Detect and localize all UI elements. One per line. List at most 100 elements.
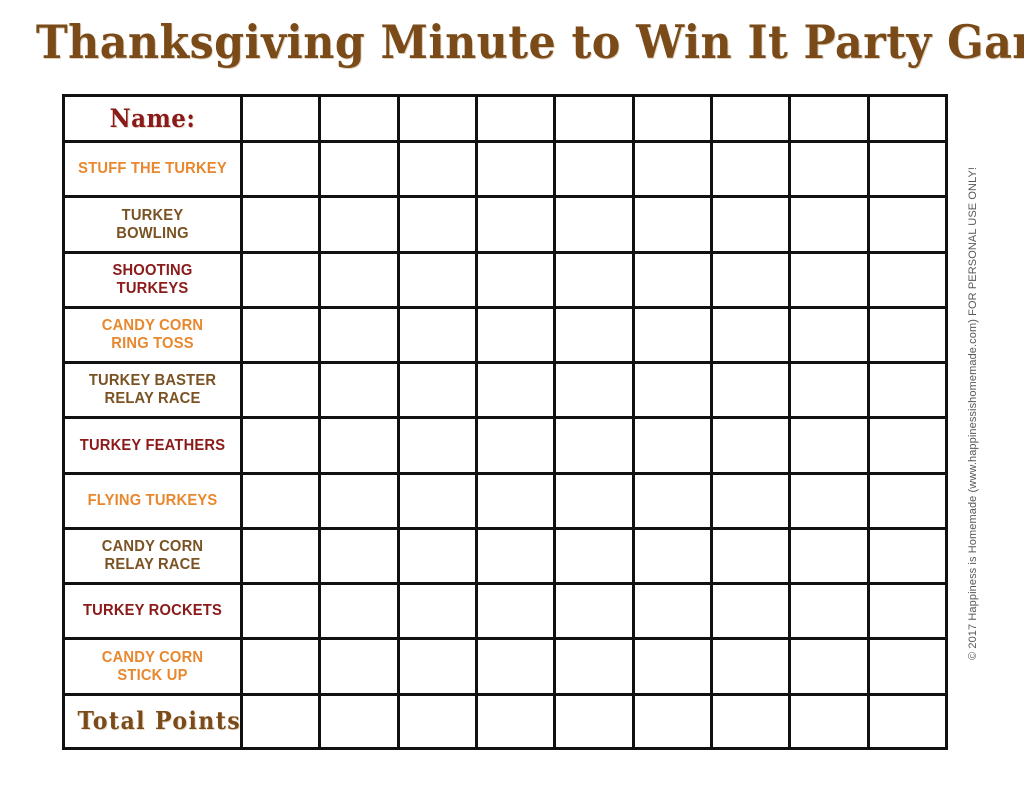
score-cell[interactable]: [866, 582, 949, 641]
score-cell[interactable]: [553, 361, 635, 420]
score-cell[interactable]: [396, 250, 479, 309]
score-cell[interactable]: [709, 692, 792, 751]
score-cell[interactable]: [240, 305, 322, 365]
score-cell[interactable]: [631, 692, 713, 751]
score-cell[interactable]: [474, 93, 557, 144]
score-cell[interactable]: [788, 93, 870, 144]
score-cell[interactable]: [631, 526, 713, 586]
score-cell[interactable]: [318, 140, 400, 199]
score-cell[interactable]: [318, 582, 400, 641]
score-cell[interactable]: [553, 416, 635, 475]
score-cell[interactable]: [631, 93, 713, 144]
score-cell[interactable]: [553, 195, 635, 254]
score-cell[interactable]: [318, 195, 400, 254]
score-cell[interactable]: [240, 195, 322, 254]
score-cell[interactable]: [709, 582, 792, 641]
score-cell[interactable]: [631, 582, 713, 641]
score-cell[interactable]: [474, 305, 557, 365]
score-cell[interactable]: [788, 692, 870, 751]
score-cell[interactable]: [709, 471, 792, 530]
score-cell[interactable]: [631, 416, 713, 475]
score-cell[interactable]: [788, 195, 870, 254]
score-cell[interactable]: [396, 637, 479, 696]
score-cell[interactable]: [631, 471, 713, 530]
score-cell[interactable]: [240, 637, 322, 696]
score-cell[interactable]: [553, 637, 635, 696]
score-cell[interactable]: [631, 637, 713, 696]
score-cell[interactable]: [553, 471, 635, 530]
score-cell[interactable]: [788, 305, 870, 365]
score-cell[interactable]: [474, 692, 557, 751]
score-cell[interactable]: [474, 582, 557, 641]
score-cell[interactable]: [553, 140, 635, 199]
score-cell[interactable]: [631, 250, 713, 309]
score-cell[interactable]: [318, 93, 400, 144]
score-cell[interactable]: [474, 250, 557, 309]
score-cell[interactable]: [396, 582, 479, 641]
score-cell[interactable]: [709, 361, 792, 420]
score-cell[interactable]: [474, 361, 557, 420]
score-cell[interactable]: [788, 416, 870, 475]
score-cell[interactable]: [318, 692, 400, 751]
score-cell[interactable]: [396, 305, 479, 365]
score-cell[interactable]: [866, 416, 949, 475]
score-cell[interactable]: [709, 93, 792, 144]
score-cell[interactable]: [318, 471, 400, 530]
score-cell[interactable]: [866, 637, 949, 696]
score-cell[interactable]: [474, 637, 557, 696]
score-cell[interactable]: [396, 526, 479, 586]
score-cell[interactable]: [240, 250, 322, 309]
score-cell[interactable]: [240, 361, 322, 420]
score-cell[interactable]: [553, 526, 635, 586]
score-cell[interactable]: [709, 140, 792, 199]
score-cell[interactable]: [788, 526, 870, 586]
score-cell[interactable]: [318, 637, 400, 696]
score-cell[interactable]: [631, 140, 713, 199]
score-cell[interactable]: [631, 195, 713, 254]
score-cell[interactable]: [866, 195, 949, 254]
score-cell[interactable]: [866, 692, 949, 751]
score-cell[interactable]: [631, 305, 713, 365]
score-cell[interactable]: [396, 93, 479, 144]
score-cell[interactable]: [474, 471, 557, 530]
score-cell[interactable]: [866, 305, 949, 365]
score-cell[interactable]: [788, 250, 870, 309]
score-cell[interactable]: [474, 416, 557, 475]
score-cell[interactable]: [866, 140, 949, 199]
score-cell[interactable]: [396, 361, 479, 420]
score-cell[interactable]: [474, 140, 557, 199]
score-cell[interactable]: [396, 692, 479, 751]
score-cell[interactable]: [709, 416, 792, 475]
score-cell[interactable]: [396, 471, 479, 530]
score-cell[interactable]: [709, 250, 792, 309]
score-cell[interactable]: [788, 361, 870, 420]
score-cell[interactable]: [553, 582, 635, 641]
score-cell[interactable]: [396, 195, 479, 254]
score-cell[interactable]: [709, 637, 792, 696]
score-cell[interactable]: [788, 637, 870, 696]
score-cell[interactable]: [709, 195, 792, 254]
score-cell[interactable]: [866, 526, 949, 586]
score-cell[interactable]: [318, 250, 400, 309]
score-cell[interactable]: [240, 140, 322, 199]
score-cell[interactable]: [631, 361, 713, 420]
score-cell[interactable]: [474, 526, 557, 586]
score-cell[interactable]: [318, 416, 400, 475]
score-cell[interactable]: [553, 692, 635, 751]
score-cell[interactable]: [788, 471, 870, 530]
score-cell[interactable]: [866, 361, 949, 420]
score-cell[interactable]: [866, 250, 949, 309]
score-cell[interactable]: [240, 526, 322, 586]
score-cell[interactable]: [474, 195, 557, 254]
score-cell[interactable]: [866, 471, 949, 530]
score-cell[interactable]: [396, 416, 479, 475]
score-cell[interactable]: [709, 305, 792, 365]
score-cell[interactable]: [396, 140, 479, 199]
score-cell[interactable]: [240, 93, 322, 144]
score-cell[interactable]: [240, 471, 322, 530]
score-cell[interactable]: [709, 526, 792, 586]
score-cell[interactable]: [866, 93, 949, 144]
score-cell[interactable]: [553, 250, 635, 309]
score-cell[interactable]: [788, 140, 870, 199]
score-cell[interactable]: [788, 582, 870, 641]
